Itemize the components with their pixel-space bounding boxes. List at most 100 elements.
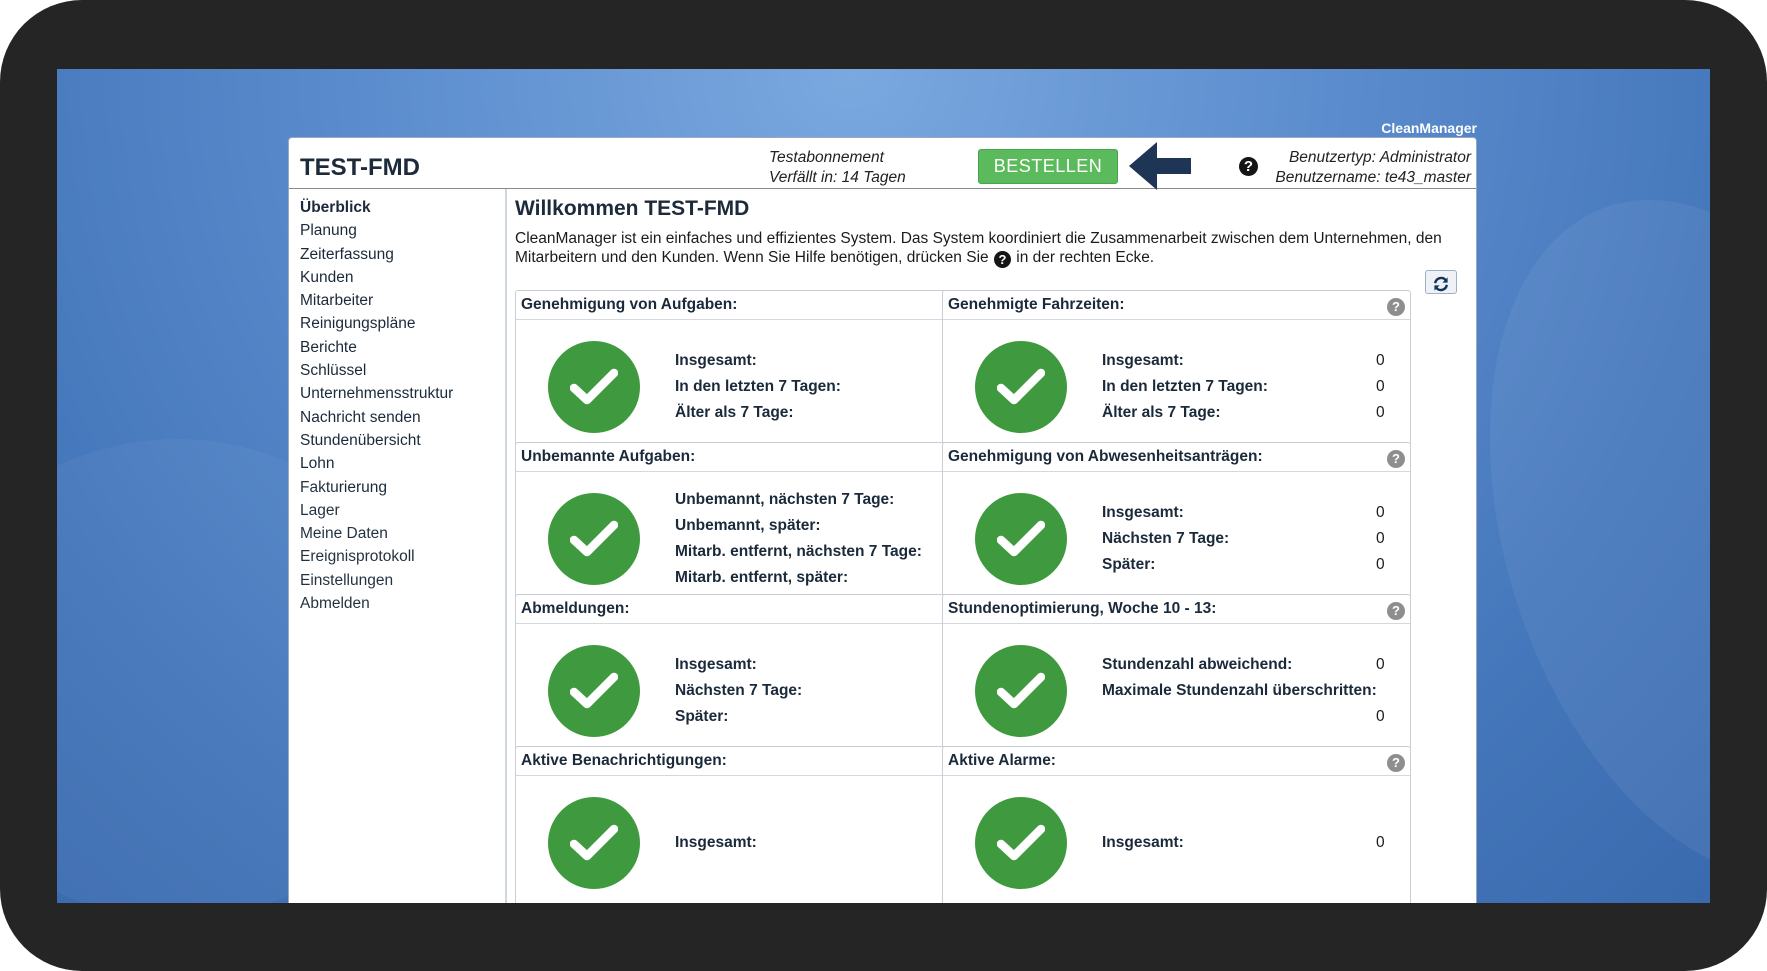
stat-label: Später: [675, 708, 729, 725]
sidebar: Überblick Planung Zeiterfassung Kunden M… [289, 189, 507, 903]
stat-row: Älter als 7 Tage:0 [675, 404, 975, 430]
sidebar-item-einstellungen[interactable]: Einstellungen [300, 569, 505, 592]
stat-label: Insgesamt: [675, 834, 757, 851]
stat-label: Stundenzahl abweichend: [1102, 656, 1293, 673]
intro-text-part1: CleanManager ist ein einfaches und effiz… [515, 230, 1442, 266]
stat-label: Insgesamt: [1102, 834, 1184, 851]
question-circle-icon: ? [993, 250, 1011, 268]
panel-title: Aktive Benachrichtigungen: [521, 752, 727, 769]
sidebar-item-abmelden[interactable]: Abmelden [300, 592, 505, 615]
stat-label: Insgesamt: [1102, 352, 1184, 369]
stat-label: Insgesamt: [1102, 504, 1184, 521]
brand-label: CleanManager [1381, 120, 1477, 136]
stat-row: Insgesamt: 0 [1102, 834, 1402, 860]
intro-text: CleanManager ist ein einfaches und effiz… [515, 230, 1465, 268]
panel-title: Genehmigung von Abwesenheitsanträgen: [948, 448, 1263, 465]
question-circle-icon[interactable]: ? [1387, 298, 1405, 316]
stat-value: 0 [1376, 656, 1385, 673]
stat-value: 0 [1376, 708, 1385, 725]
stat-row: Insgesamt:0 [1102, 504, 1402, 530]
question-circle-icon[interactable]: ? [1387, 754, 1405, 772]
stat-value: 0 [1376, 834, 1385, 851]
refresh-button[interactable] [1425, 270, 1457, 294]
sidebar-item-zeiterfassung[interactable]: Zeiterfassung [300, 243, 505, 266]
arrow-left-icon [1129, 142, 1191, 190]
check-circle-icon [548, 645, 640, 737]
sidebar-item-mitarbeiter[interactable]: Mitarbeiter [300, 289, 505, 312]
sidebar-item-ueberblick[interactable]: Überblick [300, 196, 505, 219]
stat-row: Älter als 7 Tage:0 [1102, 404, 1402, 430]
stat-value: 0 [1376, 404, 1385, 421]
trial-info: Testabonnement Verfällt in: 14 Tagen [769, 148, 906, 188]
stat-row: Insgesamt:0 [675, 834, 975, 860]
stat-label: Unbemannt, später: [675, 517, 821, 534]
stat-label: Insgesamt: [675, 352, 757, 369]
sidebar-item-meine-daten[interactable]: Meine Daten [300, 522, 505, 545]
main-content: Willkommen TEST-FMD CleanManager ist ein… [515, 189, 1470, 903]
stat-value: 0 [1376, 530, 1385, 547]
stat-row: Insgesamt: 0 [1102, 352, 1402, 378]
stat-label: Maximale Stundenzahl überschritten: [1102, 682, 1377, 699]
stat-row: Insgesamt:0 [675, 352, 975, 378]
stat-row: Später:0 [675, 708, 975, 734]
stat-row: Insgesamt:0 [675, 656, 975, 682]
panel-header: Abmeldungen:? [516, 595, 983, 624]
stat-value: 0 [1376, 378, 1385, 395]
page-title: Willkommen TEST-FMD [515, 197, 750, 220]
order-button[interactable]: BESTELLEN [978, 149, 1118, 184]
stat-row: Unbemannt, später:0 [675, 517, 975, 543]
user-info: Benutzertyp: Administrator Benutzername:… [1275, 148, 1471, 188]
sidebar-item-berichte[interactable]: Berichte [300, 336, 505, 359]
stat-label: Nächsten 7 Tage: [1102, 530, 1230, 547]
panel-aktive-alarme: Aktive Alarme:? Insgesamt: 0 [942, 746, 1411, 903]
sidebar-item-lohn[interactable]: Lohn [300, 452, 505, 475]
stat-label: In den letzten 7 Tagen: [1102, 378, 1268, 395]
panel-genehmigte-fahrzeiten: Genehmigte Fahrzeiten:? Insgesamt: 0 In den… [942, 290, 1411, 451]
question-circle-icon[interactable]: ? [1239, 157, 1258, 176]
user-type: Benutzertyp: Administrator [1288, 149, 1471, 166]
check-circle-icon [975, 341, 1067, 433]
stat-value: 0 [1376, 352, 1385, 369]
check-circle-icon [975, 797, 1067, 889]
sidebar-item-stundenuebersicht[interactable]: Stundenübersicht [300, 429, 505, 452]
stat-label: Mitarb. entfernt, später: [675, 569, 849, 586]
panel-title: Aktive Alarme: [948, 752, 1056, 769]
trial-plan: Testabonnement [769, 149, 884, 166]
check-circle-icon [548, 341, 640, 433]
panel-header: Aktive Benachrichtigungen:? [516, 747, 983, 776]
panel-title: Genehmigung von Aufgaben: [521, 296, 738, 313]
panel-header: Stundenoptimierung, Woche 10 - 13:? [943, 595, 1410, 624]
sidebar-item-planung[interactable]: Planung [300, 219, 505, 242]
stat-row: In den letzten 7 Tagen: 0 [1102, 378, 1402, 404]
check-circle-icon [548, 493, 640, 585]
panel-title: Unbemannte Aufgaben: [521, 448, 696, 465]
sidebar-item-lager[interactable]: Lager [300, 499, 505, 522]
panel-aktive-benachrichtigungen: Aktive Benachrichtigungen:? Insgesamt:0 [515, 746, 984, 903]
panel-title: Stundenoptimierung, Woche 10 - 13: [948, 600, 1217, 617]
sidebar-item-unternehmensstruktur[interactable]: Unternehmensstruktur [300, 382, 505, 405]
stat-label: Unbemannt, nächsten 7 Tage: [675, 491, 895, 508]
sidebar-item-ereignisprotokoll[interactable]: Ereignisprotokoll [300, 545, 505, 568]
question-circle-icon[interactable]: ? [1387, 450, 1405, 468]
check-circle-icon [548, 797, 640, 889]
sidebar-item-nachricht-senden[interactable]: Nachricht senden [300, 406, 505, 429]
device-bezel: CleanManager TEST-FMD Testabonnement Ver… [0, 0, 1767, 971]
question-circle-icon[interactable]: ? [1387, 602, 1405, 620]
stat-row: In den letzten 7 Tagen:0 [675, 378, 975, 404]
stat-label: Insgesamt: [675, 656, 757, 673]
panel-genehmigung-von-aufgaben: Genehmigung von Aufgaben:? Insgesamt:0In … [515, 290, 984, 451]
sidebar-item-reinigungsplaene[interactable]: Reinigungspläne [300, 312, 505, 335]
panel-header: Genehmigung von Abwesenheitsanträgen:? [943, 443, 1410, 472]
panel-stundenoptimierung-woche-10-13: Stundenoptimierung, Woche 10 - 13:? Stund… [942, 594, 1411, 755]
sidebar-item-schluessel[interactable]: Schlüssel [300, 359, 505, 382]
sidebar-item-kunden[interactable]: Kunden [300, 266, 505, 289]
stat-row: Stundenzahl abweichend: 0 [1102, 656, 1402, 682]
panel-header: Aktive Alarme:? [943, 747, 1410, 776]
stat-label: Nächsten 7 Tage: [675, 682, 803, 699]
user-name: Benutzername: te43_master [1275, 169, 1471, 186]
sidebar-item-fakturierung[interactable]: Fakturierung [300, 476, 505, 499]
intro-text-part2: in der rechten Ecke. [1016, 248, 1155, 266]
stat-label: Mitarb. entfernt, nächsten 7 Tage: [675, 543, 922, 560]
stat-row: Nächsten 7 Tage: 0 [1102, 530, 1402, 556]
panel-genehmigung-von-abwesenheitsantraegen: Genehmigung von Abwesenheitsanträgen:? In… [942, 442, 1411, 603]
